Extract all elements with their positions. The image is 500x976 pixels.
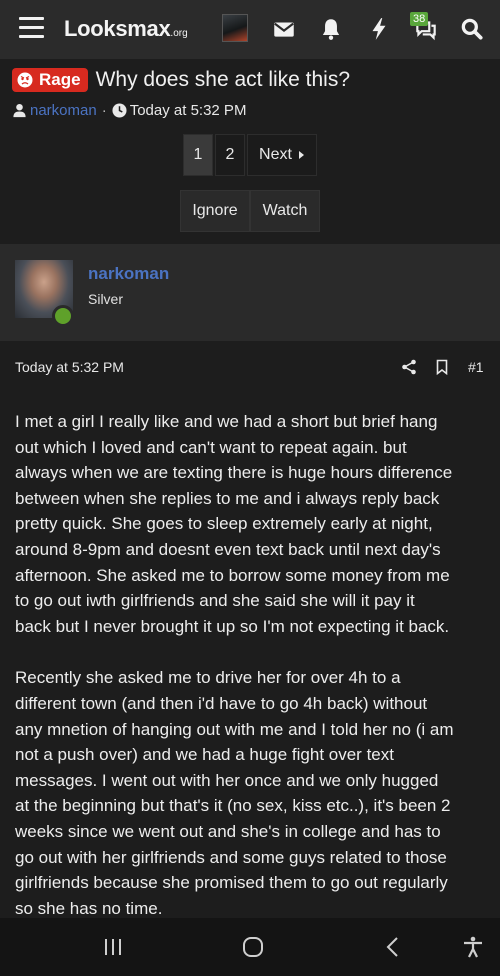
pagination: 1 2 Next xyxy=(183,134,319,176)
search-icon[interactable] xyxy=(459,16,485,42)
prefix-label: Rage xyxy=(39,70,81,89)
post-user-header xyxy=(0,244,500,341)
thread-time[interactable]: Today at 5:32 PM xyxy=(130,102,247,119)
thread-title-row: Rage Why does she act like this? xyxy=(12,66,350,94)
watch-button[interactable]: Watch xyxy=(250,190,320,232)
share-icon[interactable] xyxy=(401,359,417,377)
bookmark-icon[interactable] xyxy=(434,359,450,377)
bell-icon[interactable] xyxy=(318,16,344,42)
logo-text: Looksmax xyxy=(64,16,171,41)
home-icon[interactable] xyxy=(241,935,265,959)
post-username[interactable]: narkoman xyxy=(88,264,169,284)
menu-icon[interactable] xyxy=(19,17,44,39)
post-date[interactable]: Today at 5:32 PM xyxy=(15,359,124,375)
system-nav-bar xyxy=(0,918,500,976)
accessibility-icon[interactable] xyxy=(461,935,485,959)
bolt-icon[interactable] xyxy=(366,16,392,42)
user-icon xyxy=(13,103,26,117)
inbox-icon[interactable] xyxy=(271,16,297,42)
logo-suffix: .org xyxy=(170,28,188,39)
next-label: Next xyxy=(259,146,292,163)
back-icon[interactable] xyxy=(381,935,405,959)
ignore-button[interactable]: Ignore xyxy=(180,190,250,232)
post-body: I met a girl I really like and we had a … xyxy=(15,409,490,921)
post-paragraph: Recently she asked me to drive her for o… xyxy=(15,668,454,918)
thread-meta: narkoman · Today at 5:32 PM xyxy=(12,100,246,120)
clock-icon xyxy=(112,102,127,118)
recent-apps-icon[interactable] xyxy=(101,935,125,959)
thread-actions: Ignore Watch xyxy=(180,190,320,232)
top-bar: Looksmax.org 38 xyxy=(0,0,500,59)
alerts-badge: 38 xyxy=(410,12,429,26)
page-2-button[interactable]: 2 xyxy=(215,134,245,176)
thread-title: Why does she act like this? xyxy=(95,68,351,91)
rage-prefix-badge[interactable]: Rage xyxy=(12,68,88,92)
meta-separator: · xyxy=(101,101,107,119)
caret-right-icon xyxy=(298,151,304,159)
post-user-rank: Silver xyxy=(88,291,124,307)
account-avatar[interactable] xyxy=(222,14,248,42)
post-number[interactable]: #1 xyxy=(468,359,484,375)
next-page-button[interactable]: Next xyxy=(247,134,317,176)
angry-face-icon xyxy=(17,72,33,88)
online-indicator xyxy=(52,305,74,327)
page-1-button[interactable]: 1 xyxy=(183,134,213,176)
thread-author-link[interactable]: narkoman xyxy=(30,102,97,119)
post-paragraph: I met a girl I really like and we had a … xyxy=(15,412,453,636)
site-logo[interactable]: Looksmax.org xyxy=(64,16,188,42)
